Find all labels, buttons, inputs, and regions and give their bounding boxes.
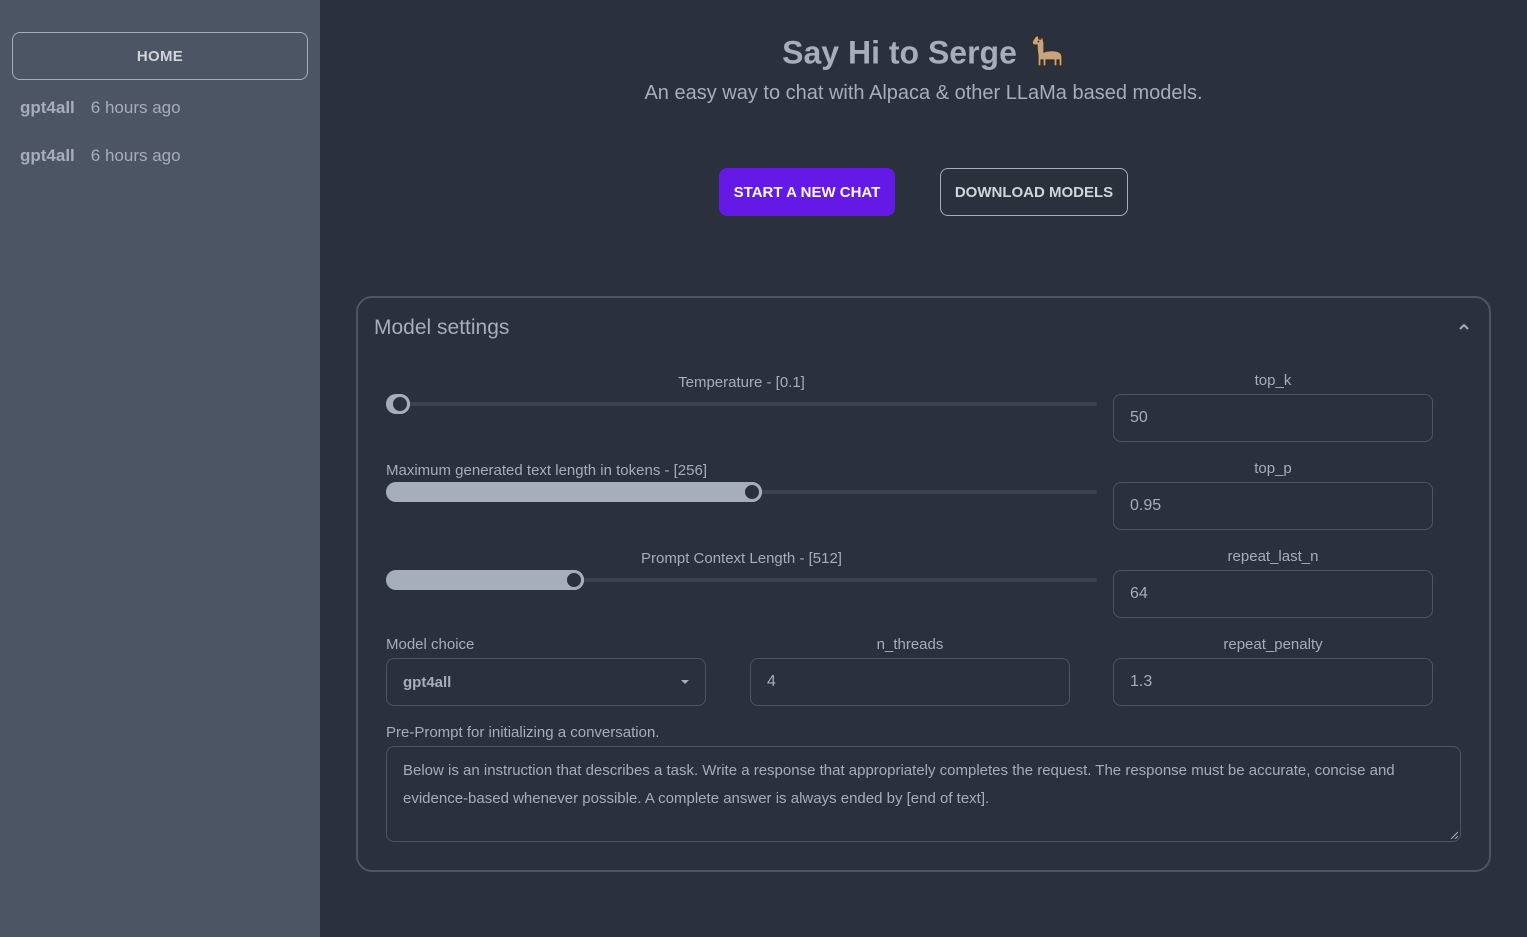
page-title-text: Say Hi to Serge	[782, 34, 1017, 71]
chat-model-name: gpt4all	[20, 146, 75, 165]
pre-prompt-textarea[interactable]: Below is an instruction that describes a…	[386, 746, 1461, 842]
chat-timestamp: 6 hours ago	[90, 146, 181, 165]
max-length-slider[interactable]	[386, 482, 1097, 502]
top-p-label: top_p	[1254, 460, 1292, 477]
n-threads-label: n_threads	[876, 636, 944, 653]
context-length-label: Prompt Context Length - [512]	[641, 550, 842, 567]
slider-fill	[386, 482, 762, 502]
sidebar: HOME gpt4all 6 hours ago gpt4all 6 hours…	[0, 0, 320, 937]
slider-track	[386, 402, 1097, 406]
app: HOME gpt4all 6 hours ago gpt4all 6 hours…	[0, 0, 1527, 937]
repeat-penalty-input[interactable]: 1.3	[1113, 658, 1433, 706]
temperature-slider[interactable]	[386, 394, 1097, 414]
main-content: Say Hi to Serge An easy way to chat with…	[320, 0, 1527, 937]
n-threads-input[interactable]: 4	[750, 658, 1070, 706]
sidebar-chat-item[interactable]: gpt4all 6 hours ago	[12, 132, 308, 180]
chat-model-name: gpt4all	[20, 98, 75, 117]
top-p-input[interactable]: 0.95	[1113, 482, 1433, 530]
temperature-label: Temperature - [0.1]	[678, 374, 805, 391]
slider-fill	[386, 570, 584, 590]
repeat-penalty-label: repeat_penalty	[1223, 636, 1323, 653]
context-length-slider[interactable]	[386, 570, 1097, 590]
home-button[interactable]: HOME	[12, 32, 308, 80]
slider-thumb[interactable]	[563, 570, 584, 590]
page-subtitle: An easy way to chat with Alpaca & other …	[644, 82, 1203, 104]
model-settings-panel: Model settings Temperature - [0.1] top_k…	[356, 296, 1491, 872]
chevron-up-icon[interactable]	[1457, 320, 1471, 334]
page-title: Say Hi to Serge	[320, 34, 1527, 76]
slider-thumb[interactable]	[389, 394, 410, 414]
start-new-chat-button[interactable]: START A NEW CHAT	[719, 168, 895, 216]
top-k-input[interactable]: 50	[1113, 394, 1433, 442]
chat-timestamp: 6 hours ago	[90, 98, 181, 117]
sidebar-chat-item[interactable]: gpt4all 6 hours ago	[12, 84, 308, 132]
repeat-last-n-label: repeat_last_n	[1227, 548, 1319, 565]
llama-icon	[1029, 34, 1065, 76]
resize-handle-icon[interactable]	[1450, 831, 1458, 839]
panel-title[interactable]: Model settings	[374, 316, 509, 340]
caret-down-icon	[681, 680, 689, 684]
max-length-label: Maximum generated text length in tokens …	[386, 462, 708, 479]
pre-prompt-text: Below is an instruction that describes a…	[403, 762, 1395, 807]
model-choice-value: gpt4all	[403, 673, 452, 691]
model-choice-label: Model choice	[386, 636, 475, 653]
top-k-label: top_k	[1254, 372, 1292, 389]
repeat-last-n-input[interactable]: 64	[1113, 570, 1433, 618]
model-choice-select[interactable]: gpt4all	[386, 658, 706, 706]
download-models-button[interactable]: DOWNLOAD MODELS	[940, 168, 1128, 216]
slider-thumb[interactable]	[741, 482, 762, 502]
pre-prompt-label: Pre-Prompt for initializing a conversati…	[386, 724, 660, 741]
